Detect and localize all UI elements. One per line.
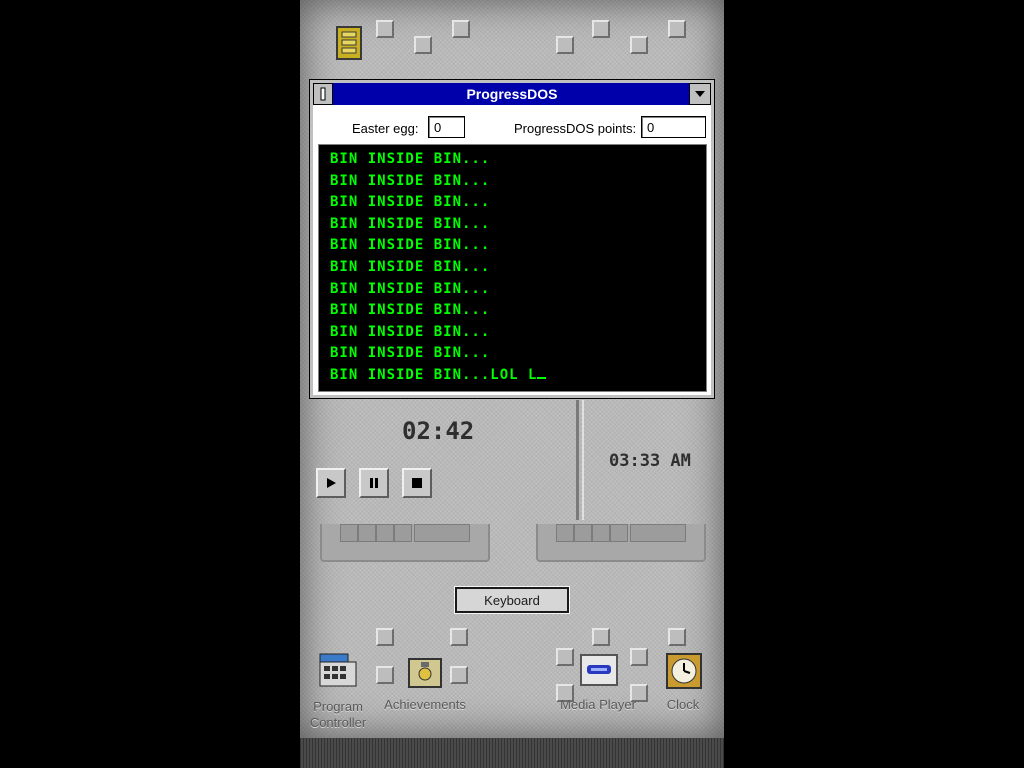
desktop-stud [556, 648, 574, 666]
console-line: BIN INSIDE BIN... [330, 194, 491, 211]
pause-icon [370, 478, 378, 488]
pause-button[interactable] [359, 468, 389, 498]
media-elapsed-time: 02:42 [402, 417, 475, 445]
desktop-stud [630, 36, 648, 54]
console-line: BIN INSIDE BIN... [330, 323, 491, 340]
desktop-stud [668, 20, 686, 38]
desktop-stud [452, 20, 470, 38]
clock-icon[interactable] [666, 653, 702, 689]
console-line: BIN INSIDE BIN... [330, 302, 491, 319]
console-current-line: BIN INSIDE BIN...LOL L [330, 365, 706, 387]
easter-egg-label: Easter egg: [352, 121, 419, 136]
program-controller-icon[interactable] [318, 652, 358, 688]
clock-label: Clock [666, 697, 700, 712]
console-line: BIN INSIDE BIN... [330, 172, 491, 189]
stop-icon [412, 478, 422, 488]
console-line: BIN INSIDE BIN... [330, 215, 491, 232]
left-tray [320, 524, 490, 562]
desktop-stud [556, 36, 574, 54]
window-title: ProgressDOS [466, 86, 558, 102]
console-line: BIN INSIDE BIN... [330, 280, 491, 297]
stop-button[interactable] [402, 468, 432, 498]
text-cursor [537, 365, 547, 379]
desktop-stud [376, 20, 394, 38]
right-tray [536, 524, 706, 562]
console-line: BIN INSIDE BIN... [330, 345, 491, 362]
desktop-stud [450, 666, 468, 684]
desktop-stud [376, 628, 394, 646]
clock-time: 03:33 AM [609, 451, 691, 471]
desktop-stud [450, 628, 468, 646]
media-player-label: Media Player [560, 697, 636, 712]
achievements-icon[interactable] [408, 658, 442, 688]
desktop-stud [592, 20, 610, 38]
play-icon [327, 478, 336, 488]
progressdos-window: ProgressDOS Easter egg: 0 ProgressDOS po… [309, 79, 715, 399]
play-button[interactable] [316, 468, 346, 498]
console-line: BIN INSIDE BIN... [330, 151, 491, 167]
system-menu-button[interactable] [313, 83, 333, 105]
console-line-text: BIN INSIDE BIN...LOL L [330, 366, 538, 383]
chevron-down-icon [695, 91, 705, 97]
desktop-stud [414, 36, 432, 54]
dos-console[interactable]: BIN INSIDE BIN... BIN INSIDE BIN... BIN … [318, 144, 707, 392]
desktop-stud [668, 628, 686, 646]
media-player-icon[interactable] [580, 654, 618, 686]
cabinet-icon[interactable] [334, 26, 364, 60]
window-titlebar[interactable]: ProgressDOS [313, 83, 711, 105]
program-controller-label: Program Controller [309, 699, 367, 730]
keyboard-button[interactable]: Keyboard [454, 586, 570, 614]
taskbar-strip [300, 738, 724, 768]
points-label: ProgressDOS points: [514, 121, 637, 136]
desktop-stud [592, 628, 610, 646]
points-field[interactable]: 0 [641, 116, 706, 138]
easter-egg-field[interactable]: 0 [428, 116, 465, 138]
console-line: BIN INSIDE BIN... [330, 258, 491, 275]
system-menu-icon [320, 87, 326, 101]
desktop-stud [630, 648, 648, 666]
minimize-button[interactable] [689, 83, 711, 105]
desktop-stud [376, 666, 394, 684]
console-line: BIN INSIDE BIN... [330, 237, 491, 254]
achievements-label: Achievements [384, 697, 466, 712]
